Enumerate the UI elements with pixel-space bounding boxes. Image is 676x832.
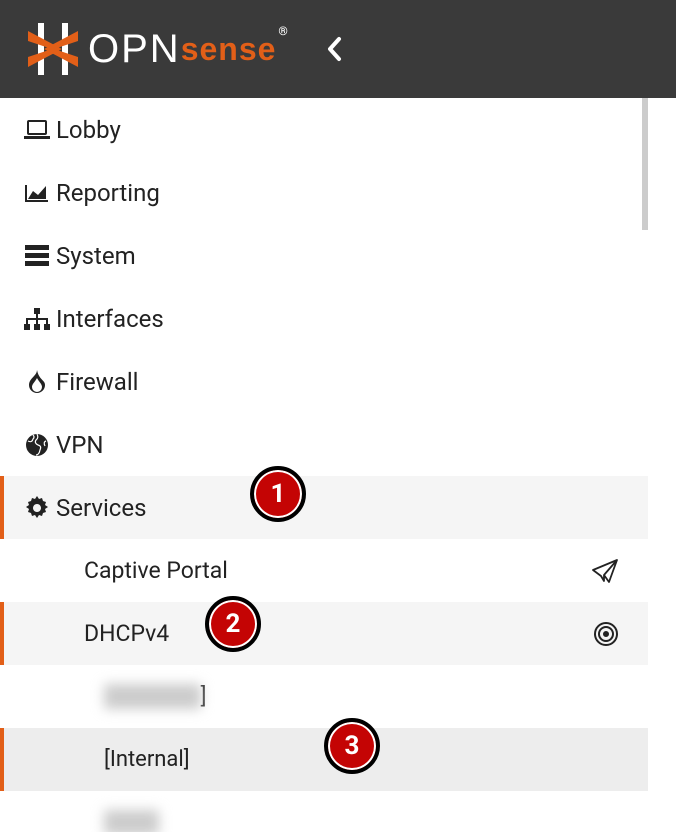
nav-services[interactable]: Services — [0, 476, 648, 539]
nav-vpn[interactable]: VPN — [0, 413, 648, 476]
sub-dhcpv4-label: DHCPv4 — [84, 620, 169, 647]
nav-lobby-label: Lobby — [56, 116, 121, 144]
dhcpv4-iface-internal-label: [Internal] — [104, 747, 190, 772]
brand-logo[interactable]: OPNsense® — [28, 18, 286, 80]
sitemap-icon — [18, 308, 56, 330]
nav-interfaces[interactable]: Interfaces — [0, 287, 648, 350]
main-nav: Lobby Reporting System Interfaces Firewa — [0, 98, 648, 832]
chevron-left-icon — [326, 36, 342, 62]
nav-interfaces-label: Interfaces — [56, 305, 164, 333]
logo-mark-icon — [28, 21, 78, 77]
nav-lobby[interactable]: Lobby — [0, 98, 648, 161]
nav-firewall[interactable]: Firewall — [0, 350, 648, 413]
dhcpv4-iface-0[interactable]: XXXXXXX] — [0, 665, 648, 728]
paper-plane-icon — [592, 559, 618, 583]
sub-captive-portal-label: Captive Portal — [84, 557, 228, 584]
top-bar: OPNsense® — [0, 0, 676, 98]
dhcpv4-iface-2-hidden: XXXX — [104, 810, 159, 832]
nav-firewall-label: Firewall — [56, 368, 139, 396]
bullseye-icon — [594, 622, 618, 646]
dhcpv4-iface-internal[interactable]: [Internal] — [0, 728, 648, 791]
dhcpv4-iface-0-hidden: XXXXXXX — [104, 684, 201, 709]
nav-reporting-label: Reporting — [56, 179, 160, 207]
laptop-icon — [18, 120, 56, 140]
globe-icon — [18, 433, 56, 457]
nav-system[interactable]: System — [0, 224, 648, 287]
server-stack-icon — [18, 245, 56, 267]
brand-text-sense: sense — [181, 31, 277, 68]
sidebar: Lobby Reporting System Interfaces Firewa — [0, 98, 648, 832]
dhcpv4-iface-0-suffix: ] — [201, 684, 207, 709]
sub-captive-portal[interactable]: Captive Portal — [0, 539, 648, 602]
brand-text-opn: OPN — [88, 27, 181, 72]
dhcpv4-iface-2[interactable]: XXXX — [0, 791, 648, 832]
nav-system-label: System — [56, 242, 136, 270]
nav-reporting[interactable]: Reporting — [0, 161, 648, 224]
registered-mark: ® — [278, 24, 287, 38]
fire-icon — [18, 370, 56, 394]
nav-services-label: Services — [56, 494, 146, 522]
collapse-sidebar-button[interactable] — [326, 36, 342, 62]
sub-dhcpv4[interactable]: DHCPv4 — [0, 602, 648, 665]
area-chart-icon — [18, 183, 56, 203]
nav-vpn-label: VPN — [56, 431, 104, 459]
gear-icon — [18, 496, 56, 520]
